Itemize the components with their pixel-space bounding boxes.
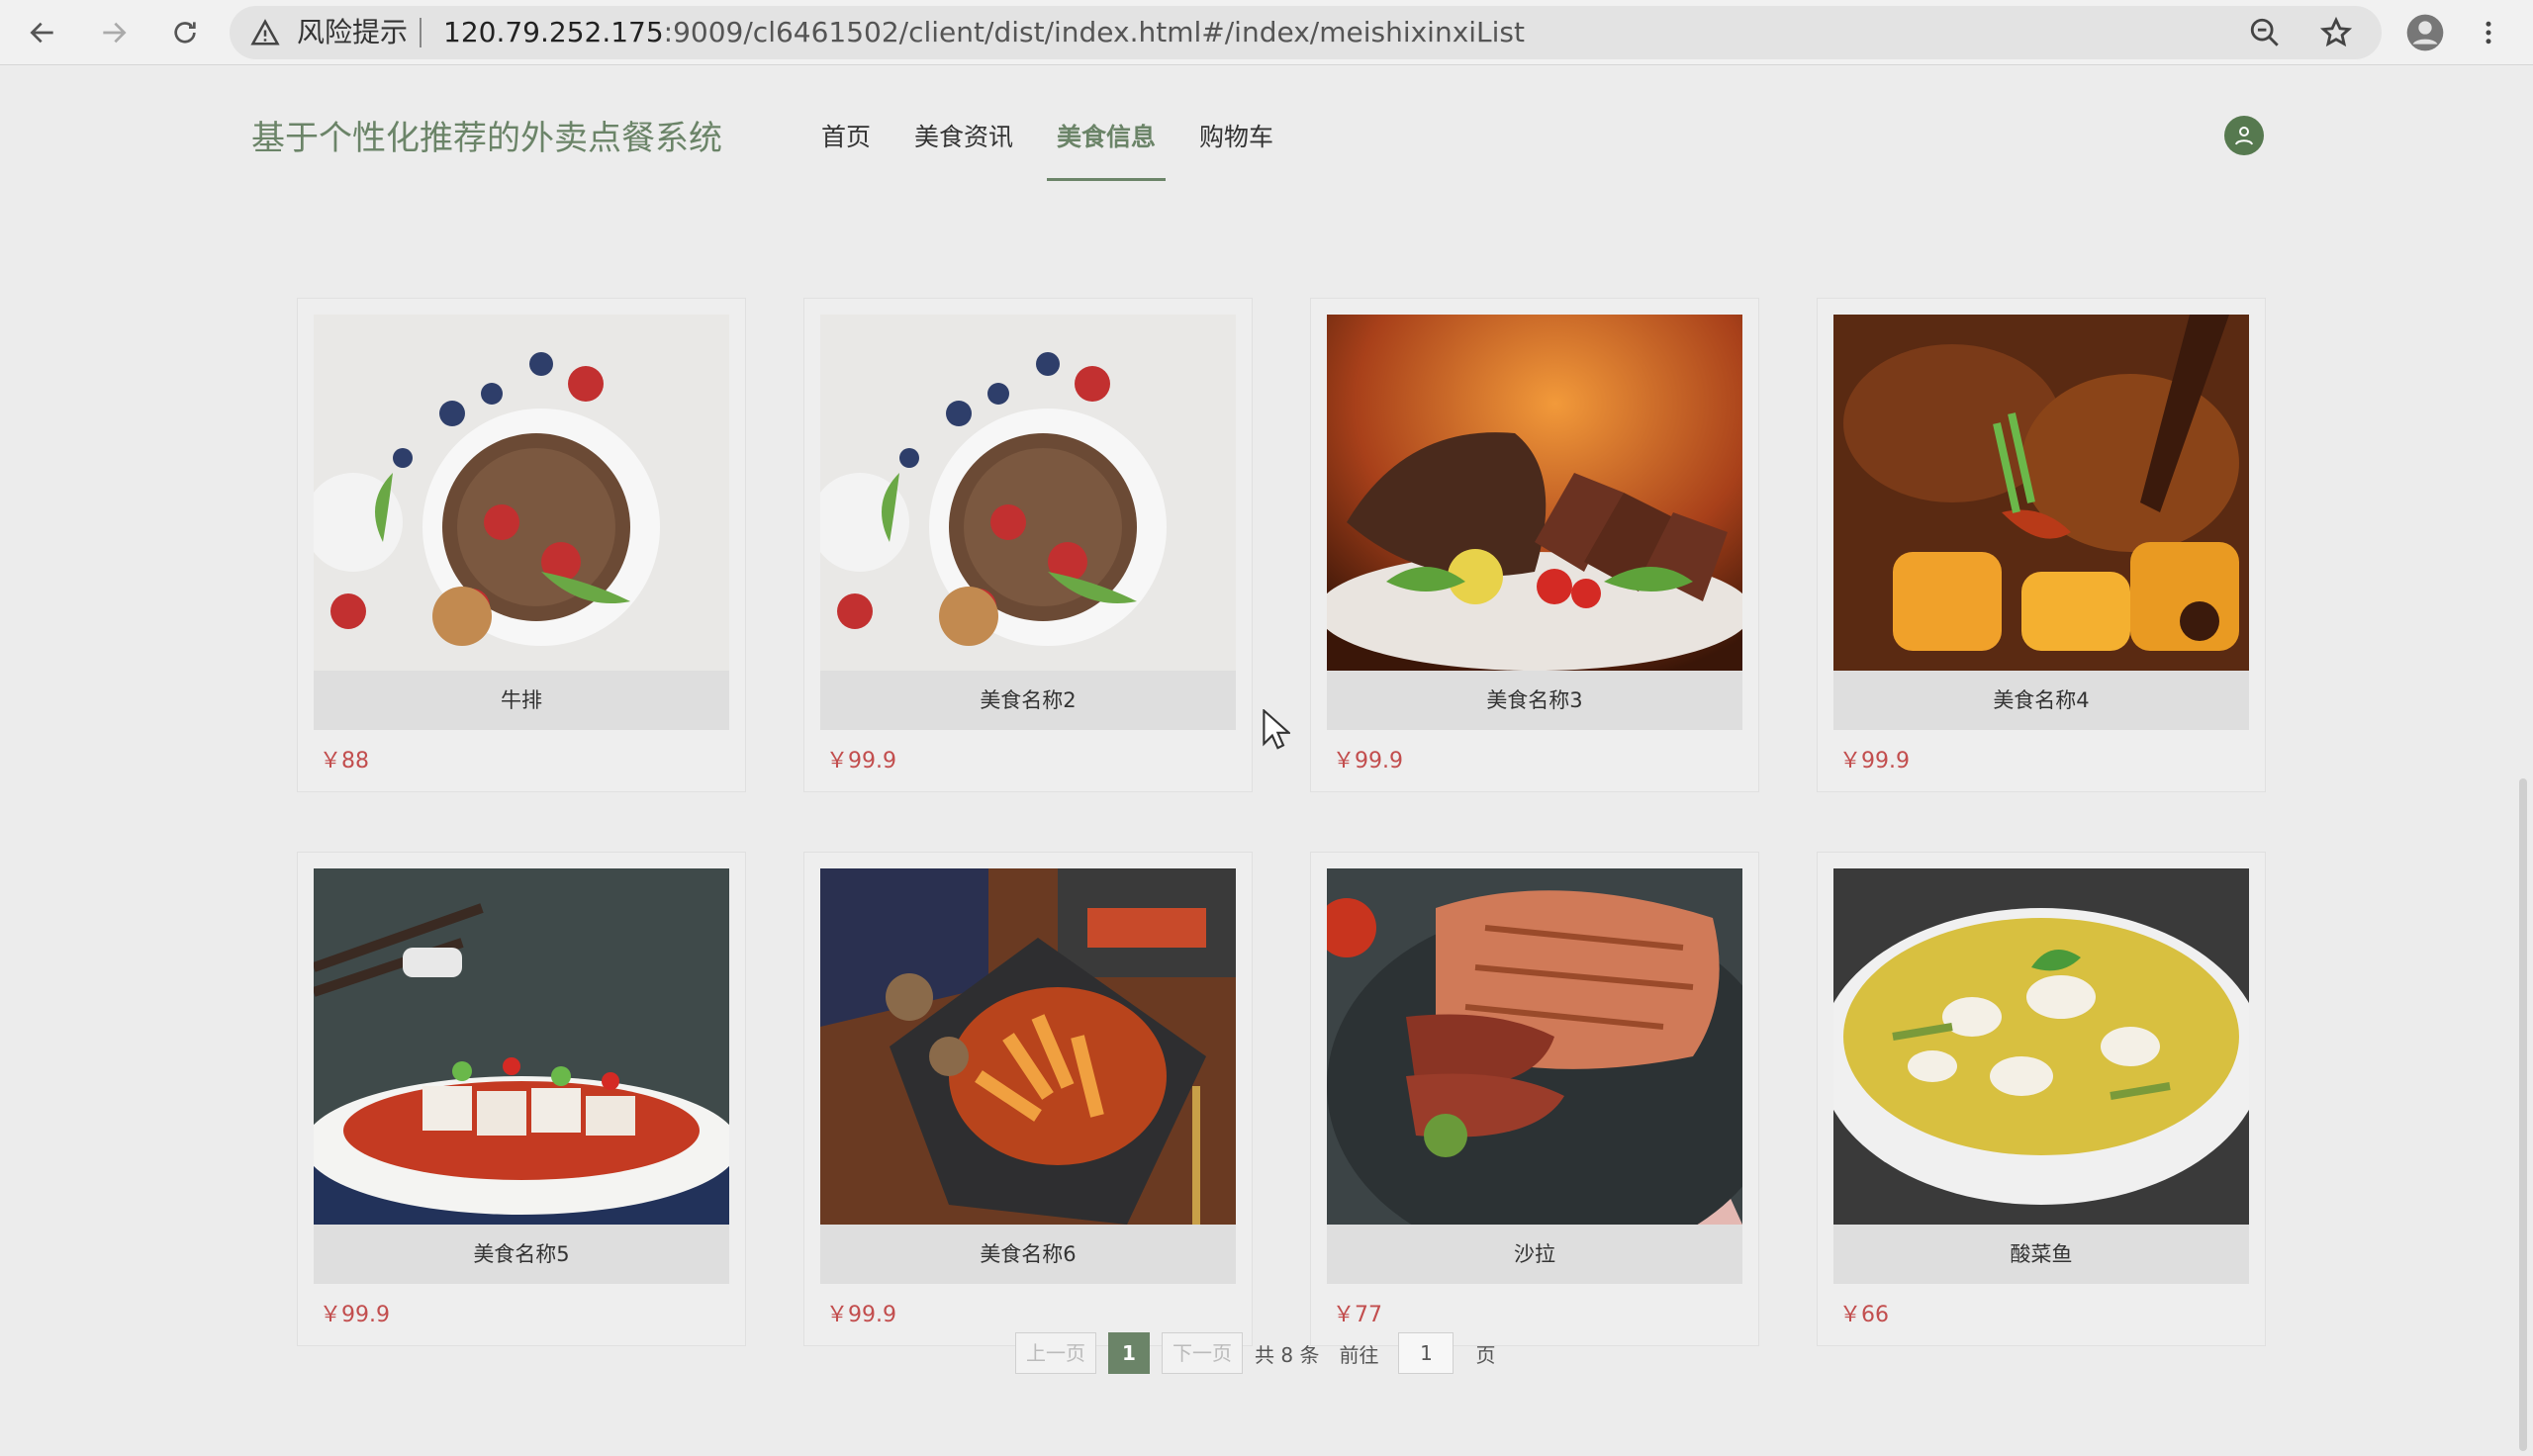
reload-icon [174, 22, 196, 44]
url-host: 120.79.252.175 [443, 16, 664, 48]
food-image[interactable] [1327, 868, 1742, 1225]
page-scrollbar[interactable] [2519, 778, 2527, 1451]
menu-item-cart[interactable]: 购物车 [1189, 116, 1283, 159]
jelly-plate-image [314, 868, 729, 1225]
food-price: ￥66 [1839, 1303, 1889, 1327]
food-image[interactable] [1327, 315, 1742, 671]
food-image[interactable] [820, 868, 1236, 1225]
profile-button[interactable] [2400, 8, 2450, 57]
food-image[interactable] [314, 315, 729, 671]
page-content: 基于个性化推荐的外卖点餐系统 首页 美食资讯 美食信息 购物车 牛排 ￥88 美… [0, 66, 2533, 1456]
food-name[interactable]: 美食名称4 [1833, 671, 2249, 730]
browser-toolbar: 风险提示 120.79.252.175:9009/cl6461502/clien… [0, 0, 2533, 65]
fish-soup-image [1833, 868, 2249, 1225]
food-price: ￥99.9 [826, 749, 896, 774]
warning-icon [250, 19, 280, 46]
food-price: ￥99.9 [1333, 749, 1403, 774]
food-card[interactable]: 美食名称5 ￥99.9 [297, 852, 746, 1346]
mouse-cursor-icon [1263, 709, 1290, 750]
page-number-current[interactable]: 1 [1108, 1332, 1150, 1374]
browser-menu-button[interactable] [2464, 8, 2513, 57]
user-icon [2235, 127, 2253, 145]
food-image[interactable] [820, 315, 1236, 671]
page-jump-input[interactable]: 1 [1398, 1332, 1454, 1374]
site-brand[interactable]: 基于个性化推荐的外卖点餐系统 [251, 116, 722, 161]
food-name[interactable]: 美食名称3 [1327, 671, 1742, 730]
food-name[interactable]: 酸菜鱼 [1833, 1225, 2249, 1284]
url-path: :9009/cl6461502/client/dist/index.html#/… [663, 16, 1525, 48]
food-image[interactable] [1833, 315, 2249, 671]
prev-page-button[interactable]: 上一页 [1015, 1332, 1096, 1374]
food-name[interactable]: 美食名称5 [314, 1225, 729, 1284]
dessert-bowl-image [820, 315, 1236, 671]
total-count: 共 8 条 [1255, 1342, 1320, 1367]
food-card[interactable]: 美食名称4 ￥99.9 [1817, 298, 2266, 792]
food-price: ￥99.9 [1839, 749, 1910, 774]
food-card[interactable]: 牛排 ￥88 [297, 298, 746, 792]
main-menu: 首页 美食资讯 美食信息 购物车 [811, 116, 1307, 181]
more-vertical-icon [2486, 21, 2491, 45]
dessert-bowl-image [314, 315, 729, 671]
food-card[interactable]: 美食名称2 ￥99.9 [803, 298, 1253, 792]
food-image[interactable] [314, 868, 729, 1225]
braised-chicken-image [1833, 315, 2249, 671]
food-card[interactable]: 酸菜鱼 ￥66 [1817, 852, 2266, 1346]
food-card[interactable]: 美食名称3 ￥99.9 [1310, 298, 1759, 792]
food-card[interactable]: 美食名称6 ￥99.9 [803, 852, 1253, 1346]
page-suffix: 页 [1475, 1342, 1496, 1367]
user-avatar[interactable] [2224, 116, 2264, 155]
food-price: ￥88 [320, 749, 369, 774]
food-price: ￥99.9 [320, 1303, 390, 1327]
bookmark-star-icon[interactable] [2319, 16, 2353, 49]
reload-button[interactable] [160, 8, 210, 57]
food-name[interactable]: 美食名称2 [820, 671, 1236, 730]
address-separator [420, 18, 422, 47]
goto-label: 前往 [1339, 1342, 1379, 1367]
forward-arrow-icon [103, 22, 127, 44]
food-price: ￥77 [1333, 1303, 1382, 1327]
pagination: 上一页 1 下一页 共 8 条 前往 1 页 [1015, 1332, 1515, 1374]
back-button[interactable] [18, 8, 67, 57]
zoom-out-icon[interactable] [2248, 16, 2282, 49]
forward-button[interactable] [89, 8, 139, 57]
sliced-steak-image [1327, 868, 1742, 1225]
food-name[interactable]: 美食名称6 [820, 1225, 1236, 1284]
food-price: ￥99.9 [826, 1303, 896, 1327]
food-image[interactable] [1833, 868, 2249, 1225]
menu-item-food-news[interactable]: 美食资讯 [904, 116, 1023, 159]
url-text: 120.79.252.175:9009/cl6461502/client/dis… [443, 16, 1525, 49]
food-name[interactable]: 牛排 [314, 671, 729, 730]
food-name[interactable]: 沙拉 [1327, 1225, 1742, 1284]
menu-item-food-info[interactable]: 美食信息 [1047, 116, 1167, 181]
profile-icon [2406, 14, 2444, 51]
back-arrow-icon [30, 22, 53, 44]
risk-label: 风险提示 [297, 16, 409, 48]
menu-item-home[interactable]: 首页 [811, 116, 881, 159]
grilled-steak-image [1327, 315, 1742, 671]
next-page-button[interactable]: 下一页 [1162, 1332, 1243, 1374]
spicy-dish-image [820, 868, 1236, 1225]
address-bar[interactable]: 风险提示 120.79.252.175:9009/cl6461502/clien… [230, 6, 2382, 59]
food-card[interactable]: 沙拉 ￥77 [1310, 852, 1759, 1346]
